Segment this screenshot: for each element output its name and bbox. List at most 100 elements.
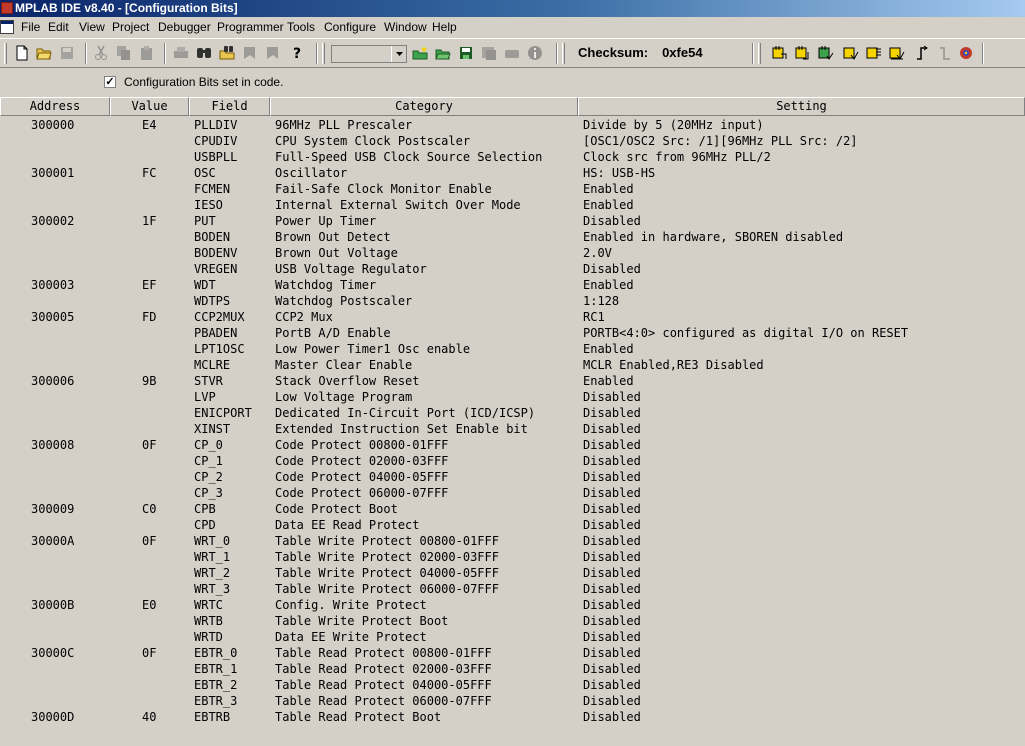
row-setting[interactable]: Disabled (583, 693, 641, 709)
open-project-icon[interactable] (435, 45, 451, 61)
row-setting[interactable]: Disabled (583, 469, 641, 485)
row-setting[interactable]: Disabled (583, 389, 641, 405)
paste-icon[interactable] (139, 45, 155, 61)
row-setting[interactable]: Enabled (583, 197, 634, 213)
table-row[interactable]: XINST Extended Instruction Set Enable bit… (0, 421, 1025, 437)
row-setting[interactable]: Divide by 5 (20MHz input) (583, 117, 764, 133)
row-setting[interactable]: Enabled (583, 277, 634, 293)
row-setting[interactable]: Disabled (583, 645, 641, 661)
row-setting[interactable]: RC1 (583, 309, 605, 325)
row-setting[interactable]: Disabled (583, 581, 641, 597)
menu-tools[interactable]: Tools (287, 17, 315, 37)
program-verify-icon[interactable] (818, 45, 834, 61)
row-setting[interactable]: Disabled (583, 485, 641, 501)
row-setting[interactable]: PORTB<4:0> configured as digital I/O on … (583, 325, 908, 341)
table-row[interactable]: 300003 EF WDT Watchdog Timer Enabled (0, 277, 1025, 293)
table-row[interactable]: IESO Internal External Switch Over Mode En… (0, 197, 1025, 213)
save-project-icon[interactable] (458, 45, 474, 61)
menu-configure[interactable]: Configure (324, 17, 376, 37)
row-setting[interactable]: Disabled (583, 709, 641, 725)
table-row[interactable]: CPD Data EE Read Protect Disabled (0, 517, 1025, 533)
print-icon[interactable] (173, 45, 189, 61)
row-setting[interactable]: Enabled (583, 373, 634, 389)
menu-help[interactable]: Help (432, 17, 457, 37)
row-setting[interactable]: Disabled (583, 597, 641, 613)
row-setting[interactable]: Disabled (583, 533, 641, 549)
table-row[interactable]: WRTB Table Write Protect Boot Disabled (0, 613, 1025, 629)
program-read-icon[interactable] (772, 45, 788, 61)
row-setting[interactable]: Disabled (583, 549, 641, 565)
menu-programmer[interactable]: Programmer (217, 17, 284, 37)
table-row[interactable]: USBPLL Full-Speed USB Clock Source Select… (0, 149, 1025, 165)
open-folder-icon[interactable] (36, 45, 52, 61)
toolbar-grip[interactable] (758, 43, 761, 64)
project-window-icon[interactable] (481, 45, 497, 61)
menu-view[interactable]: View (79, 17, 105, 37)
menu-project[interactable]: Project (112, 17, 149, 37)
menu-file[interactable]: File (21, 17, 40, 37)
row-setting[interactable]: [OSC1/OSC2 Src: /1][96MHz PLL Src: /2] (583, 133, 858, 149)
row-setting[interactable]: Disabled (583, 565, 641, 581)
menu-debugger[interactable]: Debugger (158, 17, 211, 37)
row-setting[interactable]: Disabled (583, 261, 641, 277)
row-setting[interactable]: Enabled in hardware, SBOREN disabled (583, 229, 843, 245)
bookmark-prev-icon[interactable] (242, 45, 258, 61)
row-setting[interactable]: Disabled (583, 437, 641, 453)
row-setting[interactable]: 2.0V (583, 245, 612, 261)
table-row[interactable]: WRT_2 Table Write Protect 04000-05FFF Disa… (0, 565, 1025, 581)
table-row[interactable]: VREGEN USB Voltage Regulator Disabled (0, 261, 1025, 277)
bookmark-next-icon[interactable] (265, 45, 281, 61)
row-setting[interactable]: Disabled (583, 517, 641, 533)
row-setting[interactable]: 1:128 (583, 293, 619, 309)
table-row[interactable]: CPUDIV CPU System Clock Postscaler [OSC1/O… (0, 133, 1025, 149)
table-row[interactable]: BODEN Brown Out Detect Enabled in hardware… (0, 229, 1025, 245)
program-write-icon[interactable] (795, 45, 811, 61)
config-bits-in-code-checkbox[interactable]: ✓ (104, 76, 116, 88)
row-setting[interactable]: Disabled (583, 501, 641, 517)
copy-icon[interactable] (116, 45, 132, 61)
table-row[interactable]: CP_3 Code Protect 06000-07FFF Disabled (0, 485, 1025, 501)
info-icon[interactable] (527, 45, 543, 61)
row-setting[interactable]: Disabled (583, 453, 641, 469)
toolbar-grip[interactable] (4, 43, 7, 64)
programmer-settings-icon[interactable] (958, 45, 974, 61)
toolbar-grip[interactable] (322, 43, 325, 64)
table-row[interactable]: 300008 0F CP_0 Code Protect 00800-01FFF Disa… (0, 437, 1025, 453)
table-row[interactable]: EBTR_1 Table Read Protect 02000-03FFF Disa… (0, 661, 1025, 677)
header-setting[interactable]: Setting (578, 97, 1025, 116)
table-row[interactable]: FCMEN Fail-Safe Clock Monitor Enable Enabl… (0, 181, 1025, 197)
table-row[interactable]: BODENV Brown Out Voltage 2.0V (0, 245, 1025, 261)
row-setting[interactable]: MCLR Enabled,RE3 Disabled (583, 357, 764, 373)
table-row[interactable]: MCLRE Master Clear Enable MCLR Enabled,RE3… (0, 357, 1025, 373)
menu-edit[interactable]: Edit (48, 17, 69, 37)
row-setting[interactable]: Disabled (583, 677, 641, 693)
row-setting[interactable]: Disabled (583, 405, 641, 421)
table-row[interactable]: 300005 FD CCP2MUX CCP2 Mux RC1 (0, 309, 1025, 325)
table-row[interactable]: ENICPORT Dedicated In-Circuit Port (ICD/I… (0, 405, 1025, 421)
document-icon[interactable] (0, 20, 14, 34)
output-window-icon[interactable] (504, 45, 520, 61)
header-field[interactable]: Field (189, 97, 270, 116)
find-in-files-icon[interactable] (219, 45, 235, 61)
table-row[interactable]: 300006 9B STVR Stack Overflow Reset Enabled (0, 373, 1025, 389)
new-project-icon[interactable] (412, 45, 428, 61)
row-setting[interactable]: Enabled (583, 341, 634, 357)
table-row[interactable]: CP_1 Code Protect 02000-03FFF Disabled (0, 453, 1025, 469)
table-row[interactable]: WDTPS Watchdog Postscaler 1:128 (0, 293, 1025, 309)
row-setting[interactable]: Clock src from 96MHz PLL/2 (583, 149, 771, 165)
find-icon[interactable] (196, 45, 212, 61)
table-row[interactable]: 300001 FC OSC Oscillator HS: USB-HS (0, 165, 1025, 181)
table-row[interactable]: 300002 1F PUT Power Up Timer Disabled (0, 213, 1025, 229)
table-row[interactable]: 30000B E0 WRTC Config. Write Protect Disable… (0, 597, 1025, 613)
table-row[interactable]: WRTD Data EE Write Protect Disabled (0, 629, 1025, 645)
release-reset-icon[interactable] (914, 45, 930, 61)
new-file-icon[interactable] (14, 45, 30, 61)
erase-device-icon[interactable] (889, 45, 905, 61)
header-address[interactable]: Address (0, 97, 110, 116)
blank-check-icon[interactable] (843, 45, 859, 61)
table-row[interactable]: LVP Low Voltage Program Disabled (0, 389, 1025, 405)
build-config-combo[interactable] (331, 45, 407, 63)
row-setting[interactable]: HS: USB-HS (583, 165, 655, 181)
hold-reset-icon[interactable] (937, 45, 953, 61)
table-row[interactable]: LPT1OSC Low Power Timer1 Osc enable Enable… (0, 341, 1025, 357)
